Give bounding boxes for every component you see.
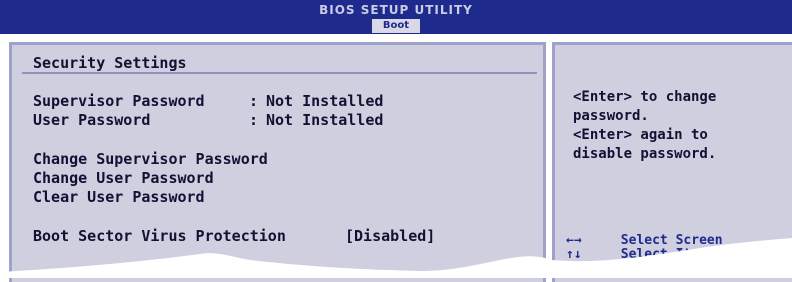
help-line: password. bbox=[573, 108, 649, 124]
help-text: <Enter> to change password. <Enter> agai… bbox=[573, 88, 783, 164]
help-line: <Enter> to change bbox=[573, 89, 717, 105]
bios-title: BIOS SETUP UTILITY bbox=[319, 3, 473, 17]
supervisor-password-label: Supervisor Password bbox=[33, 92, 205, 110]
supervisor-password-status: Not Installed bbox=[266, 92, 384, 110]
tab-boot[interactable]: Boot bbox=[372, 19, 420, 33]
title-bar: BIOS SETUP UTILITY Boot bbox=[0, 0, 792, 34]
supervisor-password-separator: : bbox=[249, 92, 259, 110]
user-password-label: User Password bbox=[33, 111, 151, 129]
help-line: <Enter> again to bbox=[573, 127, 708, 143]
user-password-separator: : bbox=[249, 111, 259, 129]
torn-edge bbox=[0, 238, 792, 278]
help-line: disable password. bbox=[573, 146, 717, 162]
change-supervisor-password-item[interactable]: Change Supervisor Password bbox=[33, 150, 268, 168]
section-divider bbox=[22, 72, 537, 74]
section-title: Security Settings bbox=[33, 54, 187, 72]
clear-user-password-item[interactable]: Clear User Password bbox=[33, 188, 205, 206]
user-password-status: Not Installed bbox=[266, 111, 384, 129]
change-user-password-item[interactable]: Change User Password bbox=[33, 169, 214, 187]
